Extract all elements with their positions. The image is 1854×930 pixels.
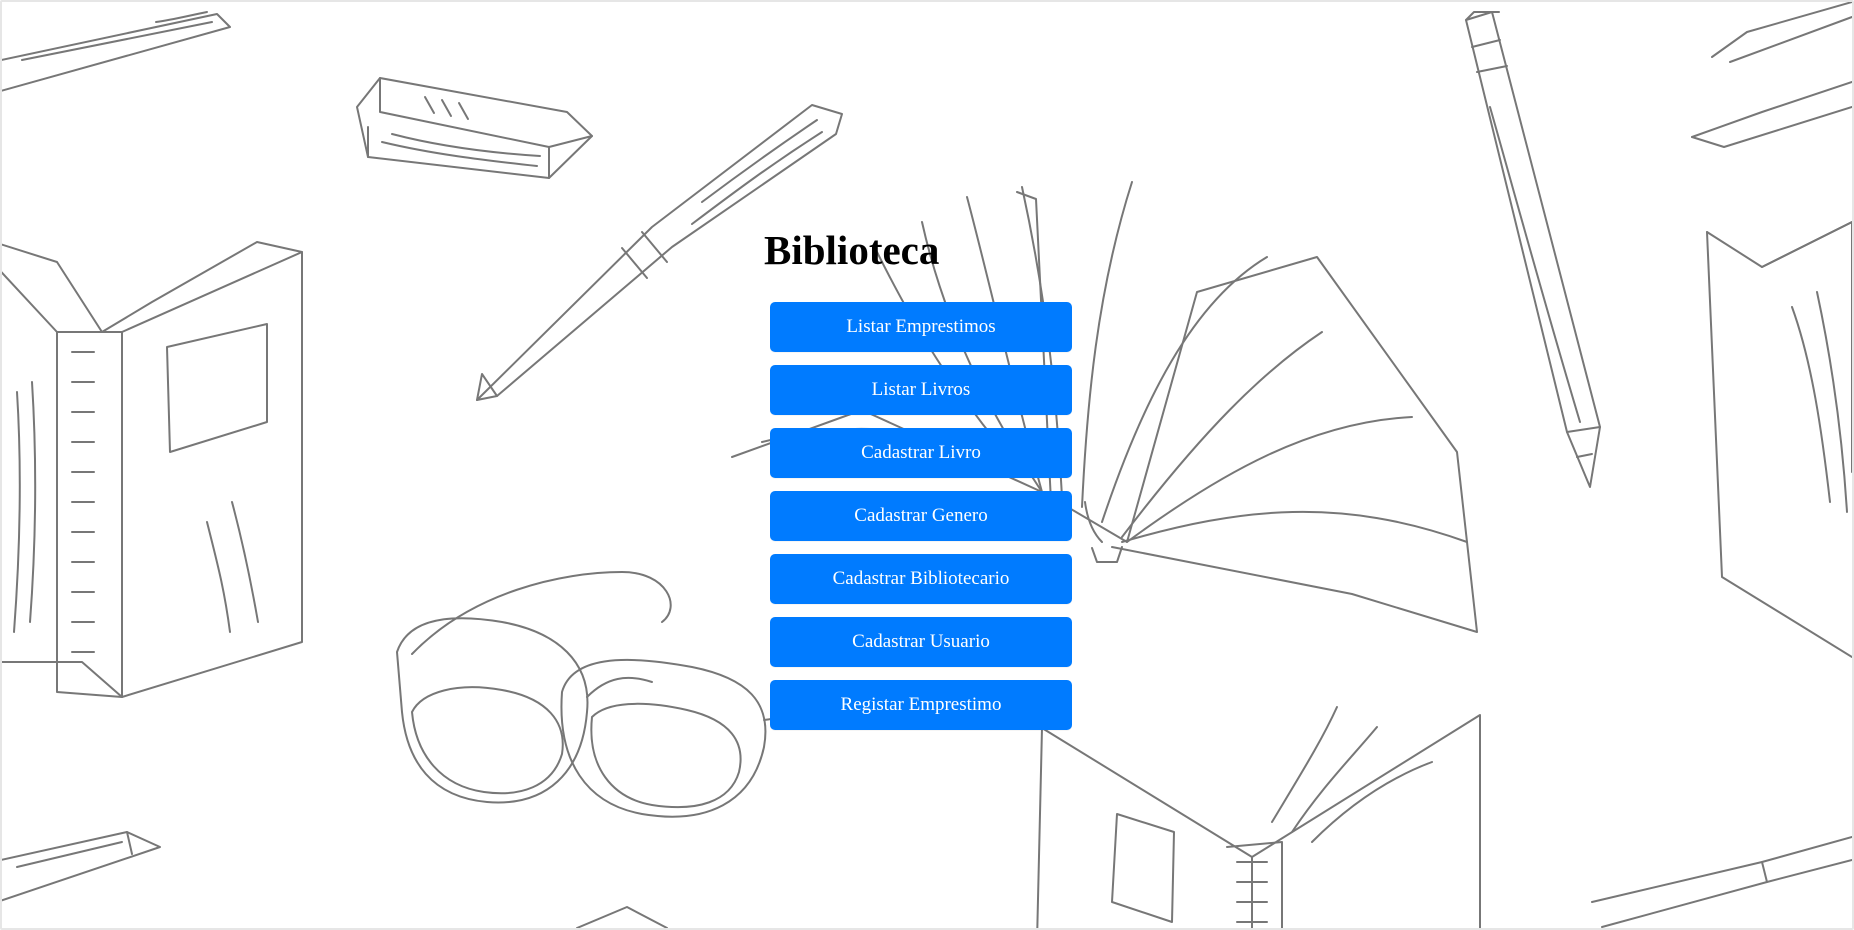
library-home-page: Biblioteca Listar Emprestimos Listar Liv… <box>0 0 1854 930</box>
browser-viewport: Biblioteca Listar Emprestimos Listar Liv… <box>0 0 1854 930</box>
main-navigation-menu: Listar Emprestimos Listar Livros Cadastr… <box>770 302 1072 730</box>
right-pencil-icon <box>1466 12 1600 487</box>
cadastrar-genero-button[interactable]: Cadastrar Genero <box>770 491 1072 541</box>
cadastrar-usuario-button[interactable]: Cadastrar Usuario <box>770 617 1072 667</box>
cadastrar-bibliotecario-button[interactable]: Cadastrar Bibliotecario <box>770 554 1072 604</box>
cadastrar-livro-button[interactable]: Cadastrar Livro <box>770 428 1072 478</box>
main-menu-panel: Biblioteca Listar Emprestimos Listar Liv… <box>764 226 1074 730</box>
left-open-book-icon <box>2 232 302 697</box>
listar-emprestimos-button[interactable]: Listar Emprestimos <box>770 302 1072 352</box>
listar-livros-button[interactable]: Listar Livros <box>770 365 1072 415</box>
top-right-book-icon <box>1692 2 1852 147</box>
bottom-left-pencil-icon <box>2 832 160 902</box>
page-title: Biblioteca <box>764 227 940 273</box>
bottom-open-book-icon <box>1037 707 1480 928</box>
registar-emprestimo-button[interactable]: Registar Emprestimo <box>770 680 1072 730</box>
top-left-pen-icon <box>2 12 230 92</box>
bottom-right-pencil-icon <box>1592 837 1852 927</box>
eraser-icon <box>357 78 592 178</box>
bottom-center-paper-icon <box>577 907 667 928</box>
right-edge-book-icon <box>1707 222 1852 657</box>
